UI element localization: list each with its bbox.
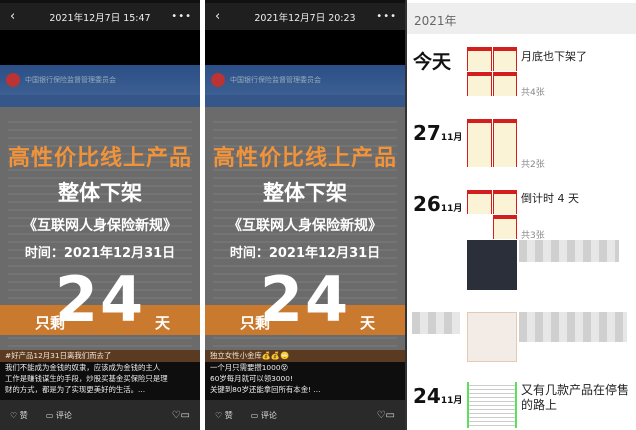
regulation: 《互联网人身保险新规》	[228, 218, 382, 234]
entry-date: 2411月	[413, 384, 463, 408]
like-button[interactable]: ♡ 赞	[215, 410, 233, 421]
headline: 高性价比线上产品	[212, 146, 397, 171]
bottom-bar: ♡ 赞 ▭ 评论 ♡▭	[0, 400, 200, 430]
entry-text: 倒计时 4 天	[521, 192, 579, 205]
subhead: 整体下架	[263, 181, 347, 205]
post-panel-2: ‹ 2021年12月7日 20:23 ••• 中国银行保险监督管理委员会 高性价…	[205, 0, 405, 430]
quick-actions[interactable]: ♡▭	[377, 410, 395, 421]
caption-title[interactable]: #好产品12月31日离我们而去了	[0, 350, 200, 362]
comment-label: 评论	[260, 410, 277, 420]
entry-count: 共2张	[521, 160, 545, 170]
caption-line: 我们不能成为金钱的奴隶，应该成为金钱的主人	[5, 363, 161, 372]
headline: 高性价比线上产品	[7, 146, 192, 171]
post-image[interactable]: 中国银行保险监督管理委员会 高性价比线上产品 整体下架 《互联网人身保险新规》 …	[0, 65, 200, 350]
comment-icon[interactable]: ▭	[386, 410, 395, 421]
back-icon[interactable]: ‹	[215, 9, 220, 24]
top-bar: ‹ 2021年12月7日 15:47 •••	[0, 3, 200, 30]
entry-thumbnails[interactable]	[467, 190, 517, 239]
emblem-icon	[6, 73, 20, 87]
caption-line: 关键到80岁还能拿回所有本金! ...	[210, 385, 321, 394]
entry-date: 今天	[413, 51, 452, 73]
like-button[interactable]: ♡ 赞	[10, 410, 28, 421]
regulation: 《互联网人身保险新规》	[23, 218, 177, 234]
caption-line: 一个月只需要攒1000😵	[210, 363, 289, 372]
blurred-text	[519, 312, 627, 342]
entry-thumbnails[interactable]	[467, 119, 517, 167]
blurred-thumbnail[interactable]	[467, 240, 517, 290]
banner-text: 中国银行保险监督管理委员会	[230, 76, 321, 84]
banner-text: 中国银行保险监督管理委员会	[25, 76, 116, 84]
caption-title[interactable]: 独立女性小金库💰💰🙄	[205, 350, 405, 362]
remain-suffix: 天	[360, 314, 376, 332]
comment-button[interactable]: ▭ 评论	[46, 410, 72, 421]
timeline-panel: 2021年 今天 月底也下架了 共4张 2711月 共2张 2611月 倒计时 …	[405, 0, 636, 430]
comment-icon[interactable]: ▭	[181, 410, 190, 421]
deadline: 时间：2021年12月31日	[24, 246, 176, 261]
deadline: 时间：2021年12月31日	[229, 246, 381, 261]
year-header: 2021年	[407, 3, 636, 34]
entry-thumbnails[interactable]	[467, 382, 517, 428]
blurred-date	[412, 312, 460, 334]
post-image[interactable]: 中国银行保险监督管理委员会 高性价比线上产品 整体下架 《互联网人身保险新规》 …	[205, 65, 405, 350]
caption-line: 60岁每月就可以领3000!	[210, 374, 293, 383]
post-timestamp: 2021年12月7日 15:47	[49, 12, 151, 24]
entry-date: 2611月	[413, 192, 463, 216]
comment-icon: ▭	[250, 410, 259, 420]
timeline-entry[interactable]: 2611月 倒计时 4 天 共3张	[407, 188, 636, 241]
like-label: 赞	[224, 410, 233, 420]
entry-count: 共4张	[521, 88, 545, 98]
more-icon[interactable]: •••	[376, 11, 397, 22]
caption-line: 工作是赚钱谋生的手段，炒股买基金买保险只是理	[5, 374, 168, 383]
top-bar: ‹ 2021年12月7日 20:23 •••	[205, 3, 405, 30]
timeline-entry[interactable]: 2711月 共2张	[407, 117, 636, 170]
entry-text: 又有几款产品在停售的路上	[521, 383, 630, 412]
timeline-entry[interactable]: 今天 月底也下架了 共4张	[407, 45, 636, 105]
emblem-icon	[211, 73, 225, 87]
caption: 独立女性小金库💰💰🙄 一个月只需要攒1000😵 60岁每月就可以领3000! 关…	[205, 350, 405, 400]
heart-icon[interactable]: ♡	[172, 410, 181, 421]
entry-date: 2711月	[413, 121, 463, 145]
caption-line: 财的方式，都是为了实现更美好的生活。...	[5, 385, 146, 394]
bottom-bar: ♡ 赞 ▭ 评论 ♡▭	[205, 400, 405, 430]
caption: #好产品12月31日离我们而去了 我们不能成为金钱的奴隶，应该成为金钱的主人 工…	[0, 350, 200, 400]
quick-actions[interactable]: ♡▭	[172, 410, 190, 421]
back-icon[interactable]: ‹	[10, 9, 15, 24]
post-timestamp: 2021年12月7日 20:23	[254, 12, 356, 24]
timeline-entry[interactable]: 2411月 又有几款产品在停售的路上	[407, 380, 636, 430]
comment-button[interactable]: ▭ 评论	[251, 410, 277, 421]
blurred-text	[519, 240, 619, 262]
entry-text: 月底也下架了	[521, 50, 587, 63]
entry-thumbnails[interactable]	[467, 47, 517, 96]
heart-icon: ♡	[215, 410, 223, 420]
heart-icon: ♡	[10, 410, 18, 420]
subhead: 整体下架	[58, 181, 142, 205]
heart-icon[interactable]: ♡	[377, 410, 386, 421]
more-icon[interactable]: •••	[171, 11, 192, 22]
blurred-thumbnail[interactable]	[467, 312, 517, 362]
comment-icon: ▭	[45, 410, 54, 420]
post-panel-1: ‹ 2021年12月7日 15:47 ••• 中国银行保险监督管理委员会 高性价…	[0, 0, 200, 430]
remain-suffix: 天	[155, 314, 171, 332]
like-label: 赞	[19, 410, 28, 420]
comment-label: 评论	[55, 410, 72, 420]
